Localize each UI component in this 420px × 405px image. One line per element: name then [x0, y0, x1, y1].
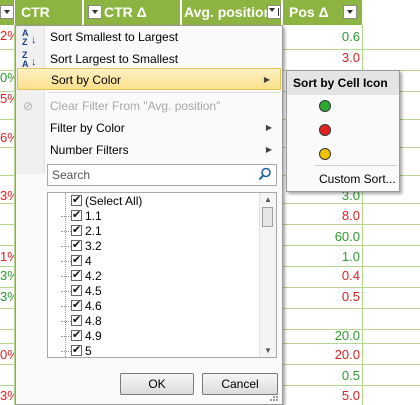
- menu-item-label: Sort Smallest to Largest: [50, 30, 179, 44]
- list-item-label: 2.1: [85, 224, 102, 238]
- cell-pos-delta[interactable]: 60.0: [300, 229, 360, 244]
- sort-by-color-item[interactable]: Sort by Color ▶: [17, 68, 281, 90]
- number-filters-item[interactable]: Number Filters ▶: [16, 139, 282, 161]
- checkbox[interactable]: [71, 268, 82, 283]
- column-header-avg-position: Avg. position: [182, 0, 282, 25]
- checkbox[interactable]: [71, 223, 82, 238]
- menu-item-label: Sort by Color: [51, 73, 122, 87]
- cell-pos-delta[interactable]: 0.6: [300, 29, 360, 44]
- submenu-title-label: Sort by Cell Icon: [293, 76, 388, 90]
- filter-active-button[interactable]: [267, 5, 281, 19]
- cell-pos-delta[interactable]: 0.5: [300, 368, 360, 383]
- menu-item-label: Number Filters: [50, 143, 129, 157]
- menu-separator: [315, 165, 397, 166]
- cell-pos-delta[interactable]: 3.0: [300, 50, 360, 65]
- column-header-ctr-delta: CTR Δ: [84, 0, 181, 25]
- cell-ctr[interactable]: 5%: [0, 91, 14, 106]
- column-header-label: Avg. position: [184, 4, 273, 20]
- cell-pos-delta[interactable]: 8.0: [300, 208, 360, 223]
- checkbox[interactable]: [71, 298, 82, 313]
- checkbox[interactable]: [71, 208, 82, 223]
- list-item-label: 1.1: [85, 209, 102, 223]
- list-item-label: 4: [85, 254, 92, 268]
- filter-dropdown-button[interactable]: [88, 5, 102, 19]
- menu-item-label: Sort Largest to Smallest: [50, 52, 179, 66]
- custom-sort-item[interactable]: Custom Sort...: [319, 172, 396, 186]
- sort-descending-icon: ZA: [22, 50, 29, 69]
- sort-ascending-icon: AZ: [22, 28, 29, 47]
- checkbox[interactable]: [71, 238, 82, 253]
- resize-grip-icon[interactable]: [269, 391, 279, 401]
- ok-button[interactable]: OK: [120, 373, 194, 395]
- cell-pos-delta[interactable]: 0.5: [300, 289, 360, 304]
- cell-pos-delta[interactable]: 0.4: [300, 268, 360, 283]
- list-item-label: 4.6: [85, 299, 102, 313]
- search-input[interactable]: Search: [47, 164, 277, 186]
- green-circle-icon[interactable]: [319, 100, 331, 112]
- red-circle-icon[interactable]: [319, 124, 331, 136]
- filter-by-color-item[interactable]: Filter by Color ▶: [16, 117, 282, 139]
- left-edge-header: [0, 0, 15, 25]
- cell-pos-delta[interactable]: 20.0: [300, 347, 360, 362]
- cell-ctr[interactable]: 3%: [0, 268, 14, 283]
- submenu-arrow-icon: ▶: [265, 123, 272, 132]
- checkbox[interactable]: [71, 313, 82, 328]
- search-placeholder: Search: [52, 168, 91, 182]
- checkbox[interactable]: [71, 328, 82, 343]
- checkbox[interactable]: [71, 283, 82, 298]
- search-icon: [258, 167, 272, 184]
- menu-separator: [48, 92, 280, 93]
- list-item-label: 4.9: [85, 329, 102, 343]
- sort-descending-item[interactable]: ZA ↓ Sort Largest to Smallest: [16, 48, 282, 70]
- list-item-label: 3.2: [85, 239, 102, 253]
- autofilter-menu: AZ ↓ Sort Smallest to Largest ZA ↓ Sort …: [15, 25, 283, 405]
- cell-ctr[interactable]: 0%: [0, 70, 14, 85]
- checkbox[interactable]: [71, 343, 82, 357]
- checkbox[interactable]: [71, 253, 82, 268]
- cancel-button[interactable]: Cancel: [202, 373, 278, 395]
- submenu-arrow-icon: ▶: [265, 145, 272, 154]
- submenu-title: Sort by Cell Icon: [287, 71, 399, 95]
- scroll-down-icon[interactable]: ▼: [264, 346, 272, 355]
- clear-filter-item[interactable]: ⊘ Clear Filter From "Avg. position": [16, 95, 282, 117]
- sort-by-color-submenu: Sort by Cell Icon Custom Sort...: [286, 70, 400, 192]
- list-item-label: 5: [85, 344, 92, 358]
- cell-pos-delta[interactable]: 20.0: [300, 328, 360, 343]
- list-item-label: (Select All): [85, 194, 143, 208]
- cell-ctr[interactable]: 0%: [0, 347, 14, 362]
- yellow-circle-icon[interactable]: [319, 148, 331, 160]
- cell-pos-delta[interactable]: 5.0: [300, 388, 360, 403]
- cell-ctr[interactable]: 2%: [0, 28, 14, 43]
- column-header-label: CTR Δ: [104, 4, 147, 20]
- filter-values-list[interactable]: (Select All) 1.1 2.1 3.2 4 4.2 4.5 4.6 4…: [47, 192, 277, 358]
- list-item-label: 4.5: [85, 284, 102, 298]
- cell-ctr[interactable]: 3%: [0, 188, 14, 203]
- scrollbar-thumb[interactable]: [262, 207, 273, 227]
- sort-ascending-item[interactable]: AZ ↓ Sort Smallest to Largest: [16, 26, 282, 48]
- cell-ctr[interactable]: 1%: [0, 249, 14, 264]
- column-header-pos-delta: Pos Δ: [283, 0, 363, 25]
- submenu-arrow-icon: ▶: [263, 75, 270, 84]
- checkbox[interactable]: [71, 193, 82, 208]
- column-header-label: CTR: [21, 4, 50, 20]
- list-item-label: 4.2: [85, 269, 102, 283]
- scroll-up-icon[interactable]: ▲: [264, 195, 272, 204]
- menu-item-label: Clear Filter From "Avg. position": [50, 99, 221, 113]
- list-scrollbar[interactable]: ▲ ▼: [259, 193, 276, 357]
- cell-ctr[interactable]: 3%: [0, 388, 14, 403]
- clear-filter-icon: ⊘: [23, 99, 34, 113]
- menu-item-label: Filter by Color: [50, 121, 125, 135]
- column-header-ctr: CTR: [15, 0, 98, 25]
- list-item-label: 4.8: [85, 314, 102, 328]
- column-header-label: Pos Δ: [289, 4, 329, 20]
- cell-pos-delta[interactable]: 1.0: [300, 249, 360, 264]
- cell-ctr[interactable]: 6%: [0, 130, 14, 145]
- filter-dropdown-button[interactable]: [343, 5, 357, 19]
- filter-dropdown-button[interactable]: [0, 5, 14, 19]
- cell-ctr[interactable]: 3%: [0, 289, 14, 304]
